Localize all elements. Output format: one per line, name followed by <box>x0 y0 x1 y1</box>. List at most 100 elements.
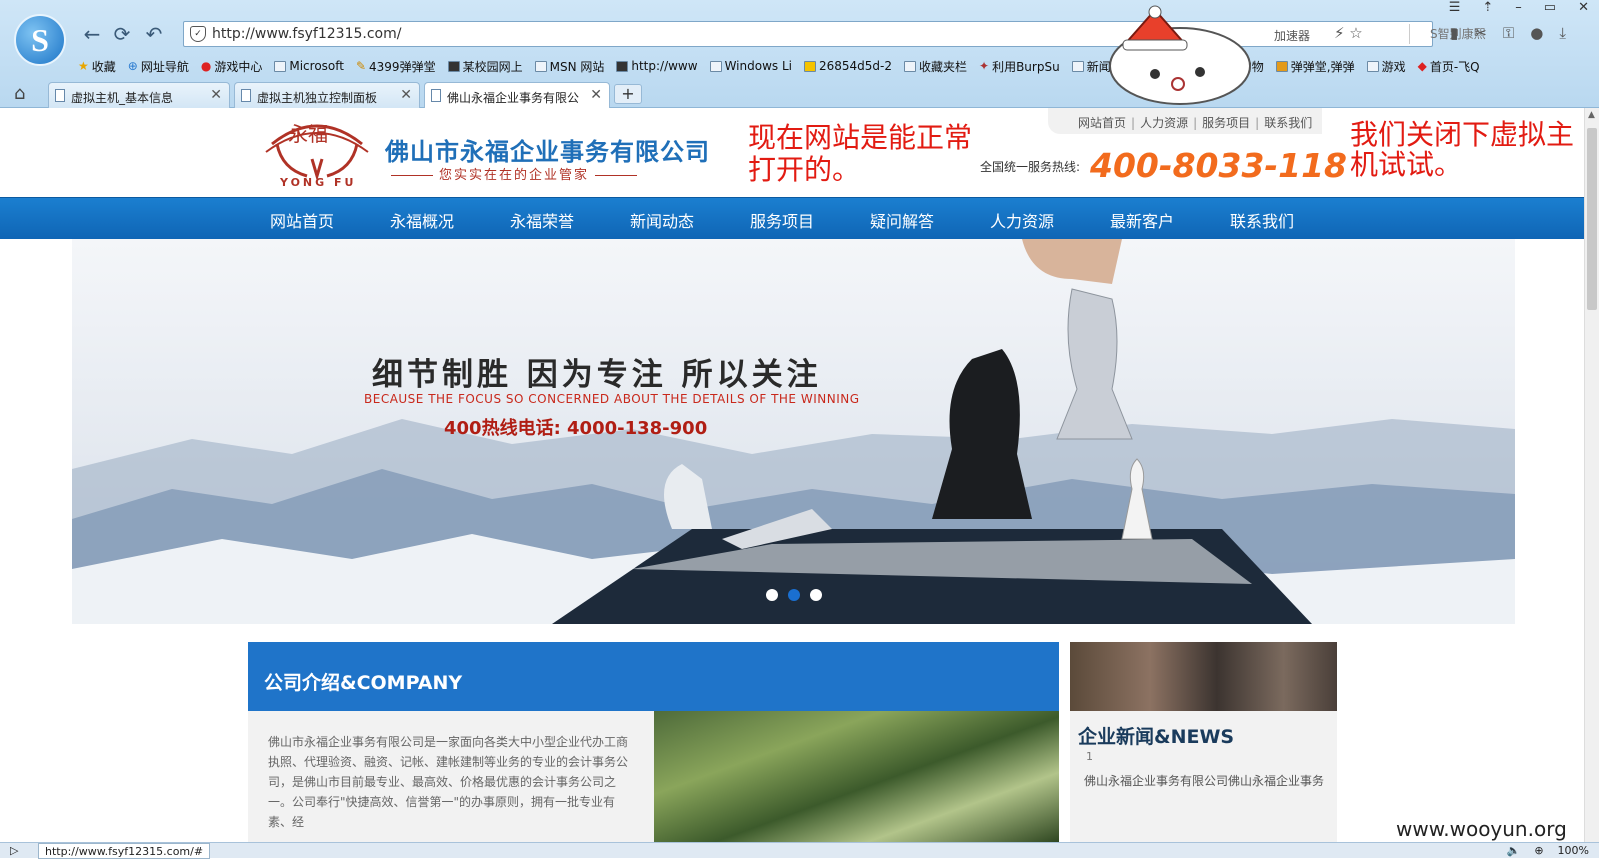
scissors-icon[interactable]: ✂ <box>1474 24 1487 42</box>
tab-item[interactable]: 虚拟主机_基本信息 ✕ <box>48 82 230 108</box>
tab-label: 虚拟主机独立控制面板 <box>257 91 378 105</box>
bookmark-item[interactable]: 弹弹堂,弹弹 <box>1275 56 1355 76</box>
key-icon[interactable]: ⚿ <box>1503 24 1514 42</box>
bookmark-item[interactable]: Microsoft <box>274 56 344 76</box>
tab-item[interactable]: 虚拟主机独立控制面板 ✕ <box>234 82 420 108</box>
bookmark-item[interactable]: Windows Li <box>709 56 792 76</box>
bookmark-item[interactable]: 某校园网上 <box>447 56 523 76</box>
annotation-right: 我们关闭下虚拟主机试试。 <box>1350 118 1575 181</box>
bookmark-label: 26854d5d-2 <box>818 59 892 73</box>
bookmark-item[interactable]: ✦ 利用BurpSu <box>979 56 1060 76</box>
news-item[interactable]: 佛山永福企业事务有限公司佛山永福企业事务 <box>1084 772 1324 789</box>
carousel-dot-active[interactable] <box>787 589 800 601</box>
hero-banner[interactable]: 细节制胜 因为专注 所以关注 BECAUSE THE FOCUS SO CONC… <box>72 239 1515 624</box>
site-header: 永福 YONG FU 佛山市永福企业事务有限公司 您实实在在的企业管家 现在网站… <box>0 108 1584 197</box>
bookmark-item[interactable]: ⊕ 网址导航 <box>128 56 189 76</box>
bookmark-item[interactable]: ● 游戏中心 <box>201 56 263 76</box>
bookmark-label: http://www <box>631 59 698 73</box>
bookmark-label: 收藏夹栏 <box>919 59 968 74</box>
toplink-hr[interactable]: 人力资源 <box>1140 116 1188 130</box>
bookmark-item[interactable]: MSN 网站 <box>534 56 604 76</box>
browser-chrome: S ← ⟳ ↶ ✓ 加速器 ⚡ ☆ ⌕ ▮ ✂ ⚿ ● ⤓ ☰ ⇡ – ▭ ✕ … <box>0 0 1599 108</box>
sogou-logo[interactable]: S <box>14 14 66 66</box>
toplink-home[interactable]: 网站首页 <box>1078 116 1126 130</box>
bookmark-item[interactable]: 26854d5d-2 <box>803 56 892 76</box>
play-icon[interactable]: ▷ <box>10 844 18 857</box>
refresh-icon[interactable]: ⟳ <box>110 22 134 46</box>
star-icon[interactable]: ⚡ ☆ <box>1334 24 1363 42</box>
carousel-dot[interactable] <box>809 589 822 601</box>
nav-item-news[interactable]: 新闻动态 <box>630 208 694 232</box>
news-heading: 企业新闻&NEWS <box>1078 726 1235 748</box>
tab-close-icon[interactable]: ✕ <box>210 87 222 103</box>
scroll-up-icon[interactable]: ▲ <box>1588 110 1595 120</box>
nav-item-clients[interactable]: 最新客户 <box>1110 208 1174 232</box>
bookmark-item[interactable]: ★ 收藏 <box>78 56 116 76</box>
toplink-services[interactable]: 服务项目 <box>1202 116 1250 130</box>
bookmark-label: 网址导航 <box>140 59 189 74</box>
bookmark-item[interactable]: 游戏 <box>1366 56 1406 76</box>
page-icon <box>55 89 65 102</box>
skin-icon[interactable]: ⇡ <box>1482 0 1493 15</box>
zoom-level[interactable]: 100% <box>1558 844 1589 857</box>
tab-label: 虚拟主机_基本信息 <box>71 91 174 105</box>
nav-item-hr[interactable]: 人力资源 <box>990 208 1054 232</box>
sidebar-icon[interactable]: ▮ <box>1450 24 1458 42</box>
banner-subtitle: BECAUSE THE FOCUS SO CONCERNED ABOUT THE… <box>364 392 860 406</box>
nav-item-honors[interactable]: 永福荣誉 <box>510 208 574 232</box>
bookmark-label: 游戏 <box>1381 59 1406 74</box>
scroll-thumb[interactable] <box>1587 128 1597 310</box>
nav-item-faq[interactable]: 疑问解答 <box>870 208 934 232</box>
bookmark-item[interactable]: ✎ 4399弹弹堂 <box>356 56 436 76</box>
bookmark-label: 首页-飞Q <box>1429 59 1480 74</box>
bookmarks-bar: ★ 收藏 ⊕ 网址导航 ● 游戏中心 Microsoft ✎ 4399弹弹堂 某校园网上… <box>78 56 1480 76</box>
maximize-icon[interactable]: ▭ <box>1544 0 1556 15</box>
nav-item-services[interactable]: 服务项目 <box>750 208 814 232</box>
bookmark-item[interactable]: 收藏夹栏 <box>904 56 967 76</box>
company-slogan: 您实实在在的企业管家 <box>385 164 643 183</box>
nav-item-overview[interactable]: 永福概况 <box>390 208 454 232</box>
undo-icon[interactable]: ↶ <box>142 22 166 46</box>
hotline-label: 全国统一服务热线: <box>980 160 1081 174</box>
tab-close-icon[interactable]: ✕ <box>400 87 412 103</box>
tab-close-icon[interactable]: ✕ <box>590 87 602 103</box>
menu-icon[interactable]: ☰ <box>1449 0 1461 15</box>
bookmark-label: 利用BurpSu <box>992 59 1060 74</box>
status-bar: ▷ http://www.fsyf12315.com/# 🔈 ⊕ 100% <box>0 842 1599 859</box>
close-icon[interactable]: ✕ <box>1578 0 1589 15</box>
new-tab-button[interactable]: + <box>614 84 642 104</box>
news-image <box>1070 642 1337 711</box>
minimize-icon[interactable]: – <box>1515 0 1522 15</box>
volume-icon[interactable]: 🔈 <box>1507 844 1521 857</box>
company-name: 佛山市永福企业事务有限公司 <box>385 138 710 166</box>
bookmark-item[interactable]: http://www <box>616 56 698 76</box>
bookmark-item[interactable]: ◆ 首页-飞Q <box>1418 56 1480 76</box>
company-image <box>654 711 1059 842</box>
url-input[interactable] <box>212 25 1032 43</box>
download-icon[interactable]: ⤓ <box>1559 24 1566 42</box>
tab-item-active[interactable]: 佛山永福企业事务有限公 ✕ <box>424 82 610 108</box>
back-icon[interactable]: ← <box>80 22 104 46</box>
news-section: 企业新闻&NEWS 1 佛山永福企业事务有限公司佛山永福企业事务 <box>1070 642 1337 842</box>
bookmark-label: Microsoft <box>289 59 344 73</box>
carousel-dot[interactable] <box>765 589 778 601</box>
main-nav: 网站首页 永福概况 永福荣誉 新闻动态 服务项目 疑问解答 人力资源 最新客户 … <box>0 197 1584 239</box>
home-icon[interactable]: ⌂ <box>14 83 25 104</box>
accelerator-button[interactable]: 加速器 <box>1274 27 1310 44</box>
nav-item-home[interactable]: 网站首页 <box>270 208 334 232</box>
nav-item-contact[interactable]: 联系我们 <box>1230 208 1294 232</box>
bookmark-label: 弹弹堂,弹弹 <box>1290 59 1355 74</box>
shield-icon: ✓ <box>190 26 206 42</box>
banner-phone: 400热线电话: 4000-138-900 <box>444 418 708 439</box>
zoom-icon[interactable]: ⊕ <box>1534 844 1543 857</box>
top-links: 网站首页 | 人力资源 | 服务项目 | 联系我们 <box>1048 108 1323 134</box>
logo-en: YONG FU <box>280 176 357 189</box>
tab-strip: ⌂ 虚拟主机_基本信息 ✕ 虚拟主机独立控制面板 ✕ 佛山永福企业事务有限公 ✕ + <box>0 80 1599 108</box>
banner-artwork <box>72 239 1515 624</box>
more-icon[interactable]: ● <box>1530 24 1543 42</box>
toplink-contact[interactable]: 联系我们 <box>1264 116 1312 130</box>
company-heading: 公司介绍&COMPANY <box>248 642 1059 711</box>
toolbar-icons: ▮ ✂ ⚿ ● ⤓ <box>1450 24 1566 42</box>
bookmark-label: 4399弹弹堂 <box>369 59 436 74</box>
vertical-scrollbar[interactable]: ▲ <box>1584 108 1599 842</box>
